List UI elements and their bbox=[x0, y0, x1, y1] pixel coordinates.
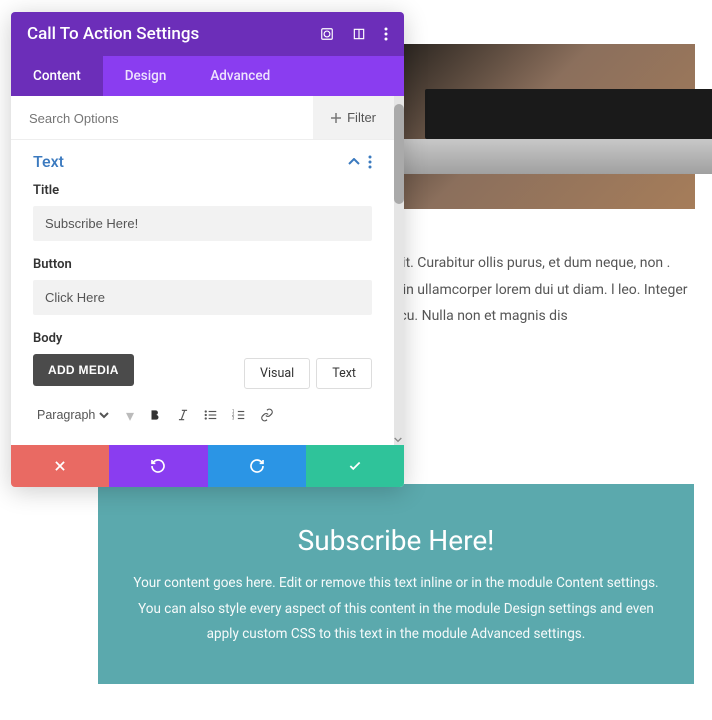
body-field-label: Body bbox=[33, 331, 372, 346]
plus-icon bbox=[331, 113, 341, 123]
tab-design[interactable]: Design bbox=[103, 56, 189, 96]
modal-titlebar[interactable]: Call To Action Settings bbox=[11, 12, 404, 56]
editor-toolbar: Paragraph ▾ 123 bbox=[33, 399, 372, 431]
check-icon bbox=[347, 459, 363, 473]
more-icon[interactable] bbox=[384, 27, 388, 41]
settings-modal: Call To Action Settings Content Design A… bbox=[11, 12, 404, 487]
search-row: Filter bbox=[11, 96, 394, 140]
viewport-icon[interactable] bbox=[320, 27, 334, 41]
close-icon bbox=[53, 459, 67, 473]
editor-tab-visual[interactable]: Visual bbox=[244, 358, 310, 389]
bullet-list-icon[interactable] bbox=[204, 408, 218, 422]
chevron-down-icon[interactable] bbox=[394, 437, 402, 443]
bold-icon[interactable] bbox=[148, 408, 162, 422]
modal-title: Call To Action Settings bbox=[27, 24, 199, 44]
undo-icon bbox=[150, 458, 166, 474]
cancel-button[interactable] bbox=[11, 445, 109, 487]
numbered-list-icon[interactable]: 123 bbox=[232, 408, 246, 422]
format-select[interactable]: Paragraph bbox=[33, 405, 112, 425]
italic-icon[interactable] bbox=[176, 408, 190, 422]
button-field-label: Button bbox=[33, 257, 372, 272]
title-field-label: Title bbox=[33, 183, 372, 198]
laptop-keyboard bbox=[425, 89, 712, 139]
redo-button[interactable] bbox=[208, 445, 306, 487]
section-header[interactable]: Text bbox=[11, 140, 394, 183]
redo-icon bbox=[249, 458, 265, 474]
cta-preview-box[interactable]: Subscribe Here! Your content goes here. … bbox=[98, 484, 694, 684]
scrollbar[interactable] bbox=[394, 96, 404, 445]
tab-content[interactable]: Content bbox=[11, 56, 103, 96]
save-button[interactable] bbox=[306, 445, 404, 487]
filter-button[interactable]: Filter bbox=[313, 96, 394, 139]
editor-tab-text[interactable]: Text bbox=[316, 358, 372, 389]
page-body-text: g elit. Curabitur ollis purus, et dum ne… bbox=[380, 250, 690, 330]
scrollbar-thumb[interactable] bbox=[394, 104, 404, 204]
button-field[interactable] bbox=[33, 280, 372, 315]
cta-body: Your content goes here. Edit or remove t… bbox=[128, 571, 664, 648]
cta-heading: Subscribe Here! bbox=[128, 524, 664, 557]
laptop-base bbox=[375, 139, 712, 174]
modal-footer bbox=[11, 445, 404, 487]
tab-advanced[interactable]: Advanced bbox=[188, 56, 292, 96]
modal-tabs: Content Design Advanced bbox=[11, 56, 404, 96]
expand-icon[interactable] bbox=[352, 27, 366, 41]
chevron-up-icon[interactable] bbox=[348, 158, 360, 166]
section-title: Text bbox=[33, 152, 64, 171]
svg-text:3: 3 bbox=[232, 416, 235, 421]
undo-button[interactable] bbox=[109, 445, 207, 487]
link-icon[interactable] bbox=[260, 408, 274, 422]
title-field[interactable] bbox=[33, 206, 372, 241]
filter-button-label: Filter bbox=[347, 110, 376, 125]
section-more-icon[interactable] bbox=[368, 155, 372, 169]
search-input[interactable] bbox=[29, 111, 295, 126]
add-media-button[interactable]: ADD MEDIA bbox=[33, 354, 134, 386]
